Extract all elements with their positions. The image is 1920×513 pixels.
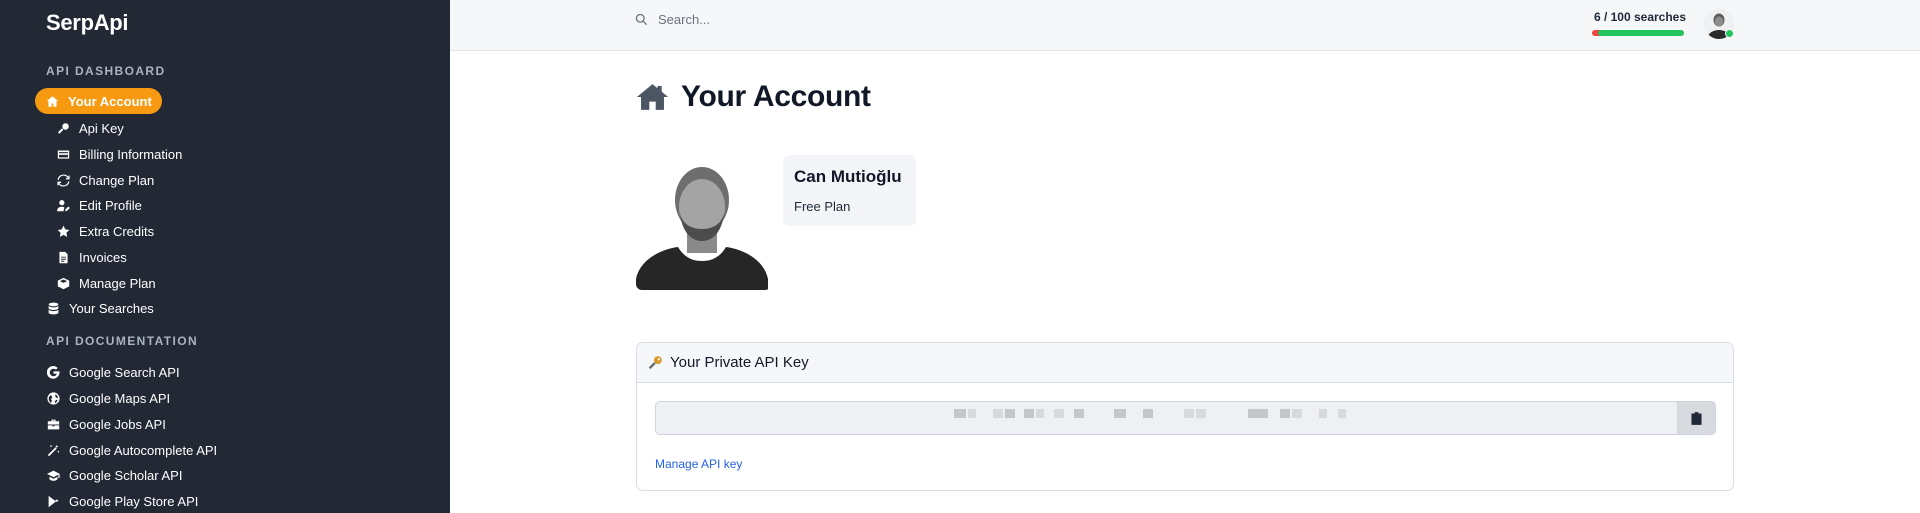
sidebar-item-google-play-store-api[interactable]: Google Play Store API	[46, 490, 198, 512]
masked-key-segment	[1196, 409, 1206, 418]
masked-key-segment	[1074, 409, 1084, 418]
profile-plan: Free Plan	[794, 199, 851, 214]
sidebar-item-edit-profile[interactable]: Edit Profile	[56, 194, 142, 216]
masked-key-segment	[1184, 409, 1194, 418]
copy-api-key-button[interactable]	[1677, 402, 1715, 434]
masked-key-segment	[1143, 409, 1153, 418]
sidebar-item-extra-credits[interactable]: Extra Credits	[56, 220, 154, 242]
sidebar-item-label: Billing Information	[79, 146, 183, 162]
masked-key-segment	[1338, 409, 1346, 418]
sidebar-item-label: Manage Plan	[79, 275, 156, 291]
key-icon	[56, 121, 70, 135]
magic-wand-icon	[46, 443, 60, 457]
sidebar-item-your-searches[interactable]: Your Searches	[46, 297, 154, 319]
globe-icon	[46, 391, 60, 405]
search-icon	[635, 13, 648, 26]
sidebar-item-change-plan[interactable]: Change Plan	[56, 169, 154, 191]
sidebar-item-google-maps-api[interactable]: Google Maps API	[46, 387, 170, 409]
search-usage[interactable]: 6 / 100 searches	[1592, 10, 1688, 36]
masked-key-segment	[1005, 409, 1015, 418]
profile-photo	[636, 155, 771, 290]
profile-name: Can Mutioğlu	[794, 167, 902, 186]
sidebar-item-api-key[interactable]: Api Key	[56, 117, 124, 139]
user-edit-icon	[56, 198, 70, 212]
usage-text: 6 / 100 searches	[1593, 10, 1687, 24]
section-title-documentation: API DOCUMENTATION	[46, 334, 199, 348]
sync-icon	[56, 173, 70, 187]
profile-card: Can Mutioğlu Free Plan	[783, 155, 916, 226]
masked-key-segment	[1319, 409, 1327, 418]
search-input[interactable]	[658, 12, 958, 27]
usage-remaining-fill	[1597, 30, 1684, 36]
sidebar-item-google-search-api[interactable]: Google Search API	[46, 361, 180, 383]
masked-key-segment	[1114, 409, 1126, 418]
masked-key-segment	[1292, 409, 1302, 418]
masked-key-segment	[1024, 409, 1034, 418]
star-icon	[56, 224, 70, 238]
credit-card-icon	[56, 147, 70, 161]
usage-progress-bar	[1592, 30, 1684, 36]
sidebar-item-label: Google Search API	[69, 364, 180, 380]
sidebar-item-billing-information[interactable]: Billing Information	[56, 143, 182, 165]
brand-logo[interactable]: SerpApi	[46, 10, 129, 36]
api-key-panel: Your Private API Key Manage API key	[636, 342, 1734, 491]
masked-key-segment	[1036, 409, 1044, 418]
masked-key-segment	[993, 409, 1003, 418]
search-box[interactable]	[635, 12, 958, 27]
api-key-panel-header: Your Private API Key	[637, 343, 1733, 383]
page-title-text: Your Account	[681, 80, 871, 113]
sidebar-item-manage-plan[interactable]: Manage Plan	[56, 272, 156, 294]
file-icon	[56, 250, 70, 264]
masked-key-segment	[1280, 409, 1290, 418]
sidebar-item-label: Edit Profile	[79, 197, 142, 213]
api-key-panel-title: Your Private API Key	[670, 354, 809, 371]
home-icon	[45, 94, 59, 108]
sidebar-item-label: Your Account	[68, 93, 152, 109]
api-key-field[interactable]	[656, 402, 1677, 434]
graduation-cap-icon	[46, 468, 60, 482]
sidebar-item-label: Google Jobs API	[69, 416, 166, 432]
api-key-input-group	[655, 401, 1716, 435]
masked-key-segment	[968, 409, 976, 418]
sidebar-item-google-scholar-api[interactable]: Google Scholar API	[46, 464, 182, 486]
section-title-dashboard: API DASHBOARD	[46, 64, 166, 78]
masked-key-segment	[1248, 409, 1268, 418]
sidebar-item-label: Google Scholar API	[69, 467, 183, 483]
sidebar-item-invoices[interactable]: Invoices	[56, 246, 127, 268]
page-title: Your Account	[636, 80, 871, 114]
sidebar-item-label: Extra Credits	[79, 223, 155, 239]
sidebar-item-google-autocomplete-api[interactable]: Google Autocomplete API	[46, 439, 217, 461]
key-icon	[648, 355, 664, 371]
sidebar: SerpApi API DASHBOARD Your Account Api K…	[0, 0, 450, 513]
sidebar-item-label: Api Key	[79, 120, 124, 136]
sidebar-item-label: Invoices	[79, 249, 127, 265]
masked-key-segment	[954, 409, 966, 418]
sidebar-item-label: Change Plan	[79, 172, 155, 188]
masked-key-segment	[1054, 409, 1064, 418]
sidebar-item-label: Google Maps API	[69, 390, 171, 406]
manage-api-key-link[interactable]: Manage API key	[655, 457, 742, 471]
database-icon	[46, 301, 60, 315]
briefcase-icon	[46, 417, 60, 431]
online-status-dot	[1725, 29, 1734, 38]
sidebar-item-label: Google Play Store API	[69, 493, 199, 509]
home-icon	[636, 84, 669, 110]
sidebar-item-google-jobs-api[interactable]: Google Jobs API	[46, 413, 166, 435]
play-store-icon	[46, 494, 60, 508]
box-icon	[56, 276, 70, 290]
sidebar-item-label: Google Autocomplete API	[69, 442, 218, 458]
sidebar-item-label: Your Searches	[69, 300, 154, 316]
top-bar: 6 / 100 searches	[450, 0, 1920, 51]
sidebar-item-your-account[interactable]: Your Account	[35, 88, 162, 114]
clipboard-icon	[1691, 411, 1702, 425]
google-icon	[46, 365, 60, 379]
